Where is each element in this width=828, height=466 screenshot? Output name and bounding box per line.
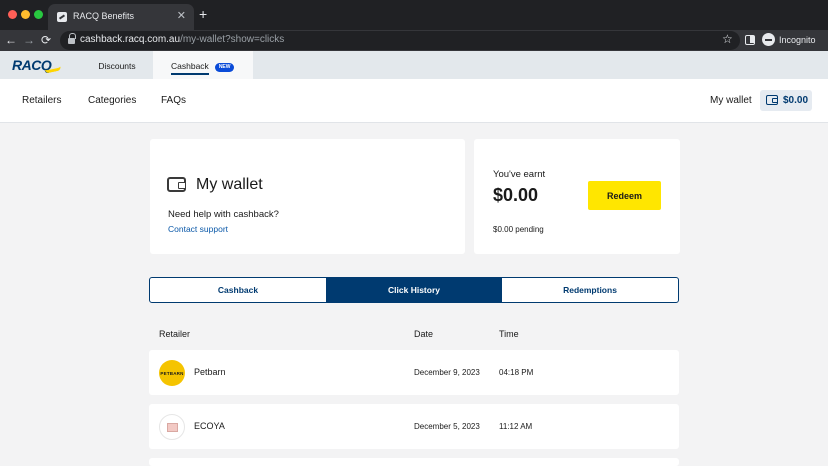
help-text: Need help with cashback? <box>168 209 279 220</box>
pending-amount: $0.00 pending <box>493 225 544 234</box>
wallet-balance-button[interactable]: $0.00 <box>760 90 812 111</box>
tab-click-history[interactable]: Click History <box>326 278 502 302</box>
click-date: December 9, 2023 <box>414 368 480 377</box>
browser-toolbar: ← → ⟳ cashback.racq.com.au/my-wallet?sho… <box>0 30 828 51</box>
click-date: December 5, 2023 <box>414 422 480 431</box>
earnt-amount: $0.00 <box>493 185 539 205</box>
reload-icon[interactable]: ⟳ <box>41 32 51 48</box>
window-minimize-button[interactable] <box>21 10 30 19</box>
back-arrow-icon[interactable]: ← <box>5 32 17 48</box>
incognito-label[interactable]: Incognito <box>779 35 816 45</box>
wallet-balance-amount: $0.00 <box>783 95 809 106</box>
window-maximize-button[interactable] <box>34 10 43 19</box>
nav-faqs[interactable]: FAQs <box>161 95 186 106</box>
new-badge: NEW <box>214 62 235 72</box>
retailer-name: ECOYA <box>194 421 225 431</box>
click-time: 04:18 PM <box>499 368 534 377</box>
forward-arrow-icon[interactable]: → <box>23 32 35 48</box>
side-panel-icon[interactable] <box>745 35 755 45</box>
nav-retailers[interactable]: Retailers <box>22 95 61 106</box>
my-wallet-card: My wallet Need help with cashback? Conta… <box>150 139 465 254</box>
earnings-card: You've earnt $0.00 Redeem $0.00 pending <box>474 139 680 254</box>
tab-cashback[interactable]: Cashback NEW <box>153 51 253 79</box>
petbarn-logo: PETBARN <box>159 360 185 386</box>
contact-support-link[interactable]: Contact support <box>168 224 228 234</box>
page-title: My wallet <box>196 176 263 193</box>
browser-tab-racq[interactable]: RACQ Benefits ✕ <box>48 4 194 30</box>
tab-discounts[interactable]: Discounts <box>82 51 152 79</box>
table-row[interactable]: ECOYA December 5, 2023 11:12 AM <box>149 404 679 449</box>
ecoya-logo <box>159 414 185 440</box>
address-bar[interactable]: cashback.racq.com.au/my-wallet?show=clic… <box>60 31 740 50</box>
new-tab-button[interactable]: + <box>199 6 207 22</box>
tab-redemptions[interactable]: Redemptions <box>502 278 678 302</box>
redeem-button[interactable]: Redeem <box>588 181 661 210</box>
click-time: 11:12 AM <box>499 422 533 431</box>
tab-cashback-label: Cashback <box>171 61 209 75</box>
earnt-label: You've earnt <box>493 169 546 180</box>
lock-icon[interactable] <box>68 33 76 44</box>
bookmark-star-icon[interactable]: ☆ <box>722 32 733 46</box>
column-header-retailer: Retailer <box>159 329 191 339</box>
close-tab-icon[interactable]: ✕ <box>177 9 186 22</box>
window-close-button[interactable] <box>8 10 17 19</box>
browser-tab-title: RACQ Benefits <box>73 11 135 21</box>
retailer-name: Petbarn <box>194 367 226 377</box>
wallet-icon <box>167 177 186 192</box>
nav-my-wallet[interactable]: My wallet <box>710 95 752 106</box>
table-row[interactable] <box>149 458 679 466</box>
table-row[interactable]: PETBARN Petbarn December 9, 2023 04:18 P… <box>149 350 679 395</box>
main-nav: Retailers Categories FAQs My wallet $0.0… <box>0 79 828 123</box>
browser-tab-strip: RACQ Benefits ✕ + <box>0 0 828 30</box>
racq-favicon-icon <box>57 12 67 22</box>
wallet-tabs: Cashback Click History Redemptions <box>149 277 679 303</box>
site-top-bar: RACQ Discounts Cashback NEW <box>0 51 828 79</box>
incognito-icon[interactable] <box>762 33 775 46</box>
column-header-date: Date <box>414 329 434 339</box>
column-header-time: Time <box>499 329 519 339</box>
wallet-icon <box>766 95 778 105</box>
nav-categories[interactable]: Categories <box>88 95 136 106</box>
url-text[interactable]: cashback.racq.com.au/my-wallet?show=clic… <box>80 34 284 45</box>
tab-cashback-history[interactable]: Cashback <box>150 278 326 302</box>
